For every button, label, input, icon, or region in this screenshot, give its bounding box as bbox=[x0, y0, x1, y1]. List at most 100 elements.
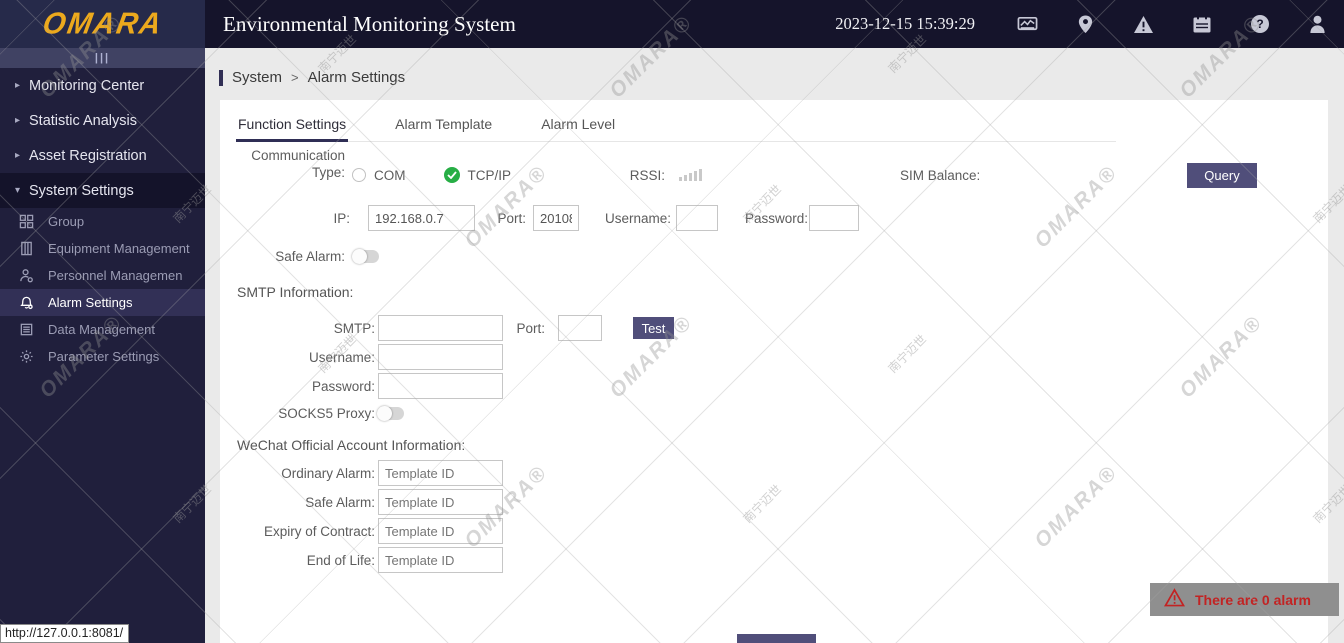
com-radio[interactable] bbox=[352, 168, 366, 182]
location-pin-icon[interactable] bbox=[1075, 14, 1096, 35]
rssi-label: RSSI: bbox=[629, 167, 665, 183]
smtp-section-label: SMTP Information: bbox=[237, 284, 354, 300]
username-input[interactable] bbox=[676, 205, 718, 231]
header-timestamp: 2023-12-15 15:39:29 bbox=[835, 14, 975, 33]
document-lines-icon bbox=[18, 322, 34, 338]
header: Environmental Monitoring System 2023-12-… bbox=[205, 0, 1344, 48]
safe-alarm-toggle[interactable] bbox=[352, 248, 379, 264]
expiry-of-contract-label: Expiry of Contract: bbox=[263, 523, 375, 539]
sidebar-item-monitoring-center[interactable]: ▸ Monitoring Center bbox=[0, 68, 205, 103]
ordinary-alarm-template-input[interactable] bbox=[378, 460, 503, 486]
safe-alarm-label: Safe Alarm: bbox=[275, 248, 345, 264]
password-input[interactable] bbox=[809, 205, 859, 231]
sidebar-collapse-handle[interactable]: ||| bbox=[0, 48, 205, 68]
sidebar-item-asset-registration[interactable]: ▸ Asset Registration bbox=[0, 138, 205, 173]
breadcrumb-parent[interactable]: System bbox=[232, 69, 282, 86]
alert-triangle-icon[interactable] bbox=[1133, 14, 1154, 35]
alarm-banner-text: There are 0 alarm bbox=[1195, 591, 1311, 608]
sidebar-item-data-management[interactable]: Data Management bbox=[0, 316, 205, 343]
safe-alarm-template-input[interactable] bbox=[378, 489, 503, 515]
gear-icon bbox=[18, 349, 34, 365]
bell-gear-icon bbox=[18, 295, 34, 311]
grid-icon bbox=[18, 214, 34, 230]
alert-triangle-icon bbox=[1163, 587, 1186, 612]
svg-text:?: ? bbox=[1256, 17, 1263, 31]
collapse-icon: ||| bbox=[94, 51, 111, 64]
sidebar-item-alarm-settings[interactable]: Alarm Settings bbox=[0, 289, 205, 316]
expiry-of-contract-template-input[interactable] bbox=[378, 518, 503, 544]
sidebar-item-label: Alarm Settings bbox=[48, 295, 133, 310]
sidebar-item-label: Data Management bbox=[48, 322, 155, 337]
alarm-notification-banner[interactable]: There are 0 alarm bbox=[1150, 583, 1339, 616]
breadcrumb-current: Alarm Settings bbox=[307, 69, 406, 86]
smtp-input[interactable] bbox=[378, 315, 503, 341]
username-label: Username: bbox=[605, 210, 672, 226]
status-url-tooltip: http://127.0.0.1:8081/ bbox=[0, 624, 130, 643]
smtp-port-label: Port: bbox=[516, 320, 545, 336]
sidebar-item-label: Personnel Managemen bbox=[48, 268, 183, 283]
sidebar-item-system-settings[interactable]: ▾ System Settings bbox=[0, 173, 205, 208]
ip-label: IP: bbox=[333, 210, 350, 226]
tab-alarm-template[interactable]: Alarm Template bbox=[393, 112, 494, 141]
logo-text: OMARA bbox=[39, 6, 166, 41]
sim-balance-label: SIM Balance: bbox=[900, 168, 981, 183]
socks5-proxy-toggle[interactable] bbox=[377, 405, 404, 421]
sidebar-item-label: Group bbox=[48, 214, 85, 229]
chevron-right-icon: ▸ bbox=[15, 80, 21, 91]
chevron-right-icon: ▸ bbox=[15, 150, 21, 161]
sidebar-item-personnel-management[interactable]: Personnel Managemen bbox=[0, 262, 205, 289]
ordinary-alarm-label: Ordinary Alarm: bbox=[281, 465, 375, 481]
smtp-port-input[interactable] bbox=[558, 315, 602, 341]
port-label: Port: bbox=[497, 210, 526, 226]
query-button[interactable]: Query bbox=[1187, 163, 1257, 188]
ip-input[interactable] bbox=[368, 205, 475, 231]
tab-bar: Function Settings Alarm Template Alarm L… bbox=[236, 112, 1116, 142]
sidebar-item-label: System Settings bbox=[29, 182, 134, 199]
sidebar-item-label: Monitoring Center bbox=[29, 77, 145, 94]
sidebar: ▸ Monitoring Center ▸ Statistic Analysis… bbox=[0, 68, 205, 643]
chevron-down-icon: ▾ bbox=[15, 185, 21, 196]
cabinet-icon bbox=[18, 241, 34, 257]
smtp-test-button[interactable]: Test bbox=[633, 317, 674, 339]
person-gear-icon bbox=[18, 268, 34, 284]
tcpip-radio-checked[interactable] bbox=[443, 167, 460, 183]
settings-panel: Function Settings Alarm Template Alarm L… bbox=[220, 100, 1328, 643]
smtp-label: SMTP: bbox=[333, 320, 375, 336]
password-label: Password: bbox=[745, 210, 809, 226]
sidebar-item-parameter-settings[interactable]: Parameter Settings bbox=[0, 343, 205, 370]
wechat-section-label: WeChat Official Account Information: bbox=[237, 437, 466, 453]
end-of-life-template-input[interactable] bbox=[378, 547, 503, 573]
smtp-password-input[interactable] bbox=[378, 373, 503, 399]
chevron-right-icon: ▸ bbox=[15, 115, 21, 126]
calendar-icon[interactable] bbox=[1191, 14, 1212, 35]
page-title: Environmental Monitoring System bbox=[223, 11, 516, 36]
smtp-password-label: Password: bbox=[311, 378, 375, 394]
smtp-username-label: Username: bbox=[308, 349, 375, 365]
sidebar-item-group[interactable]: Group bbox=[0, 208, 205, 235]
wechat-safe-alarm-label: Safe Alarm: bbox=[305, 494, 375, 510]
end-of-life-label: End of Life: bbox=[306, 552, 375, 568]
user-icon[interactable] bbox=[1307, 14, 1328, 35]
sidebar-item-label: Equipment Management bbox=[48, 241, 190, 256]
app-logo: OMARA bbox=[0, 0, 205, 48]
sidebar-item-label: Parameter Settings bbox=[48, 349, 160, 364]
save-button-partial[interactable] bbox=[737, 634, 816, 643]
socks5-proxy-label: SOCKS5 Proxy: bbox=[278, 405, 375, 421]
communication-type-label: Communication Type: bbox=[251, 148, 345, 180]
sidebar-item-statistic-analysis[interactable]: ▸ Statistic Analysis bbox=[0, 103, 205, 138]
tcpip-radio-label: TCP/IP bbox=[467, 167, 512, 183]
breadcrumb-accent-bar bbox=[219, 69, 223, 86]
port-input[interactable] bbox=[533, 205, 579, 231]
header-icon-group: ? bbox=[1017, 14, 1332, 35]
com-radio-label: COM bbox=[374, 167, 406, 183]
trend-chart-icon[interactable] bbox=[1017, 14, 1038, 35]
tab-function-settings[interactable]: Function Settings bbox=[236, 112, 349, 142]
sidebar-item-label: Asset Registration bbox=[29, 147, 147, 164]
sidebar-item-equipment-management[interactable]: Equipment Management bbox=[0, 235, 205, 262]
sidebar-item-label: Statistic Analysis bbox=[29, 112, 137, 129]
smtp-username-input[interactable] bbox=[378, 344, 503, 370]
content-area: System > Alarm Settings Function Setting… bbox=[205, 48, 1344, 643]
help-icon[interactable]: ? bbox=[1249, 14, 1270, 35]
breadcrumb-separator: > bbox=[291, 70, 299, 85]
tab-alarm-level[interactable]: Alarm Level bbox=[539, 112, 617, 141]
